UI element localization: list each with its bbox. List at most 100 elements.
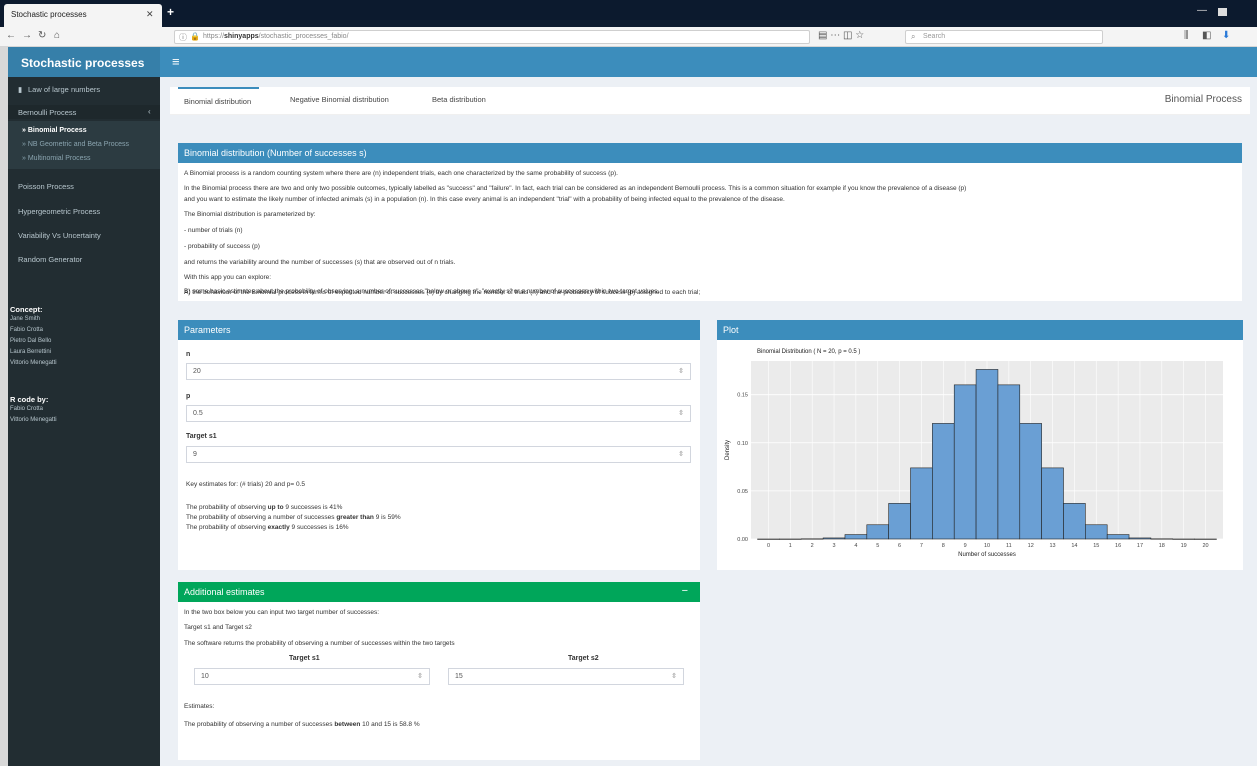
x-tick-label: 15 [1093,543,1099,549]
n-label: n [186,351,191,358]
y-tick-label: 0.05 [737,489,748,495]
intro-line: and returns the variability around the n… [184,259,456,266]
bar [1106,534,1130,540]
parameters-box-header: Parameters [178,320,700,340]
x-tick-label: 8 [942,543,945,549]
bar [888,503,911,540]
n-input[interactable]: 20 ⇳ [186,363,691,380]
bookmark-star-icon[interactable]: ☆ [855,30,864,41]
forward-icon[interactable]: → [22,30,32,41]
spinner-icon[interactable]: ⇳ [678,450,684,458]
sidebar-subitem-multinomial-process[interactable]: » Multinomial Process [22,155,90,162]
p-label: p [186,393,191,400]
home-icon[interactable]: ⌂ [54,30,60,41]
lock-icon: 🔒 [190,32,200,41]
main-content: Binomial distribution Negative Binomial … [160,77,1257,766]
minimize-window-icon[interactable]: — [1197,5,1207,16]
spinner-icon[interactable]: ⇳ [678,409,684,417]
x-tick-label: 12 [1028,543,1034,549]
page-menu-icon[interactable]: ⋯ [830,30,840,41]
intro-box-header: Binomial distribution (Number of success… [178,143,1242,163]
spinner-icon[interactable]: ⇳ [417,672,423,680]
bar [1041,467,1064,540]
sidebar-item-poisson-process[interactable]: Poisson Process [8,182,160,191]
bar [822,537,846,540]
info-icon[interactable]: ⓘ [179,32,187,43]
sidebar-item-variability-uncertainty[interactable]: Variability Vs Uncertainty [8,231,160,240]
library-icon[interactable]: ⫼ [1184,30,1189,41]
app-title: Stochastic processes [21,56,145,70]
intro-line: With this app you can explore: [184,274,272,281]
parameters-box: Parameters n 20 ⇳ p 0.5 ⇳ Target s1 9 ⇳ … [178,320,700,570]
pocket-icon[interactable]: ◫ [843,30,852,41]
x-tick-label: 6 [898,543,901,549]
code-heading: R code by: [10,395,49,404]
sidebar-item-bernoulli-process[interactable]: Bernoulli Process ‹ [8,105,160,119]
estimate-exactly: The probability of observing exactly 9 s… [186,524,349,531]
x-tick-label: 4 [854,543,857,549]
browser-navbar: ← → ↻ ⌂ ⓘ 🔒 https://shinyapps/stochastic… [0,27,1257,47]
url-text: https://shinyapps/stochastic_processes_f… [203,33,349,40]
plot-box: Plot Binomial Distribution ( N = 20, p =… [717,320,1243,570]
bar [844,534,868,540]
chart-icon: ▮ [18,85,23,94]
target-s2-value: 15 [455,673,463,680]
spinner-icon[interactable]: ⇳ [671,672,677,680]
menu-toggle-icon[interactable]: ≡ [172,54,180,69]
concept-heading: Concept: [10,305,43,314]
intro-line: and you want to estimate the likely numb… [184,196,785,203]
sidebar-submenu: » Binomial Process » NB Geometric and Be… [8,121,160,169]
reload-icon[interactable]: ↻ [38,30,46,41]
concept-name: Fabio Crotta [10,327,44,333]
tab-beta-distribution[interactable]: Beta distribution [432,95,486,104]
x-tick-label: 2 [811,543,814,549]
y-tick-label: 0.10 [737,441,748,447]
sidebar-toggle-icon[interactable]: ◧ [1202,30,1211,41]
target-s1-input[interactable]: 10 ⇳ [194,668,430,685]
x-tick-label: 9 [964,543,967,549]
tab-binomial-distribution[interactable]: Binomial distribution [178,87,260,106]
intro-box: Binomial distribution (Number of success… [178,143,1242,301]
browser-tab[interactable]: Stochastic processes ✕ [4,4,162,27]
sidebar-subitem-nb-geometric-beta[interactable]: » NB Geometric and Beta Process [22,141,129,148]
x-tick-label: 19 [1181,543,1187,549]
between-estimate: The probability of observing a number of… [184,721,420,728]
collapse-icon[interactable]: − [682,585,688,597]
downloads-icon[interactable]: ⬇ [1222,30,1230,41]
intro-line: - number of trials (n) [184,227,243,234]
x-tick-label: 7 [920,543,923,549]
x-tick-label: 1 [789,543,792,549]
additional-estimates-box: Additional estimates − In the two box be… [178,582,700,760]
bar [1128,537,1152,540]
x-tick-label: 18 [1159,543,1165,549]
concept-name: Vittorio Menegatti [10,360,57,366]
search-bar[interactable]: ⌕ Search [905,30,1103,44]
intro-line: B) some basic estimates about the probab… [184,288,660,295]
y-tick-label: 0.15 [737,393,748,399]
x-tick-label: 0 [767,543,770,549]
bar [1085,524,1108,540]
reader-view-icon[interactable]: ▤ [818,30,827,41]
p-input-value: 0.5 [193,410,203,417]
back-icon[interactable]: ← [6,30,16,41]
sidebar: ▮ Law of large numbers Bernoulli Process … [8,77,160,766]
n-input-value: 20 [193,368,201,375]
code-author-name: Vittorio Menegatti [10,417,57,423]
maximize-window-icon[interactable] [1218,8,1227,16]
bar [975,369,999,540]
bar [1019,423,1042,540]
tab-negative-binomial-distribution[interactable]: Negative Binomial distribution [290,95,389,104]
concept-name: Laura Berrettini [10,349,52,355]
sidebar-item-law-of-large-numbers[interactable]: ▮ Law of large numbers [8,85,160,99]
close-tab-icon[interactable]: ✕ [146,9,154,20]
p-input[interactable]: 0.5 ⇳ [186,405,691,422]
browser-tab-title: Stochastic processes [11,10,87,19]
spinner-icon[interactable]: ⇳ [678,367,684,375]
target-s1-input[interactable]: 9 ⇳ [186,446,691,463]
sidebar-subitem-binomial-process[interactable]: » Binomial Process [22,127,87,134]
sidebar-item-random-generator[interactable]: Random Generator [8,255,160,264]
sidebar-item-hypergeometric-process[interactable]: Hypergeometric Process [8,207,160,216]
url-bar[interactable]: ⓘ 🔒 https://shinyapps/stochastic_process… [174,30,810,44]
new-tab-icon[interactable]: + [167,5,174,19]
target-s2-input[interactable]: 15 ⇳ [448,668,684,685]
